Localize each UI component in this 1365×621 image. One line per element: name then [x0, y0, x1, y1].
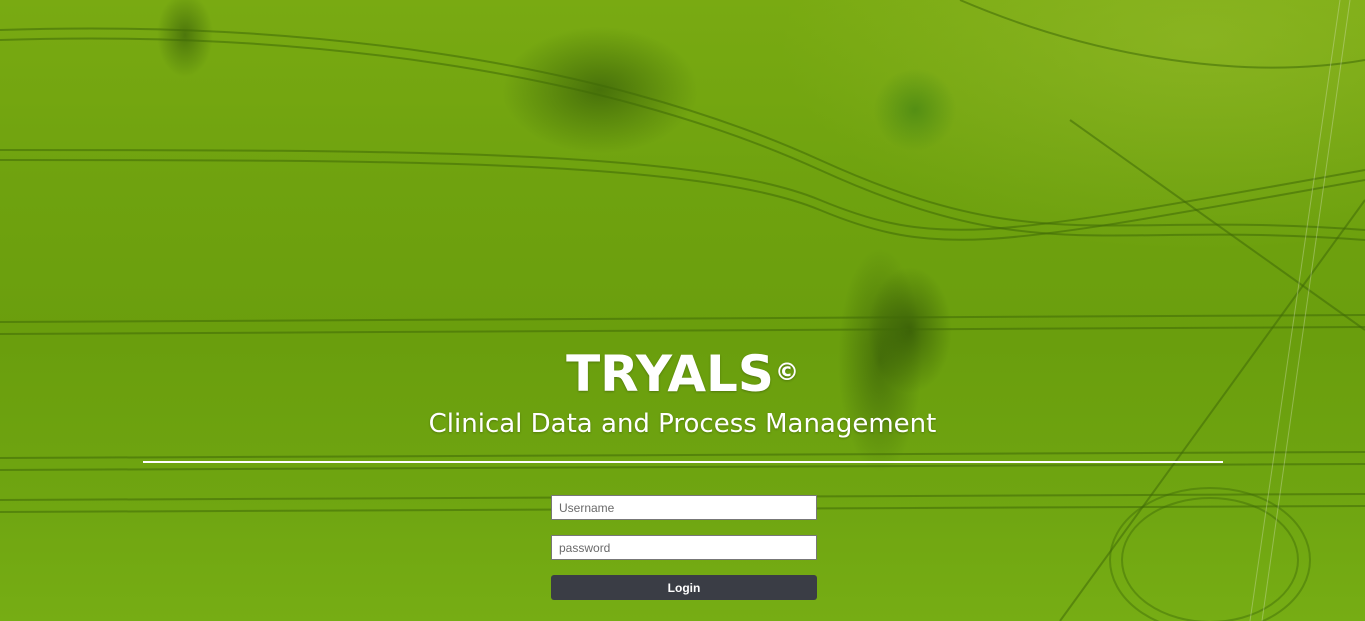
password-input[interactable]: [551, 535, 817, 560]
hero: TRYALS© Clinical Data and Process Manage…: [0, 344, 1365, 440]
login-button[interactable]: Login: [551, 575, 817, 600]
brand-logo-text: TRYALS©: [566, 344, 799, 404]
login-page: TRYALS© Clinical Data and Process Manage…: [0, 0, 1365, 621]
login-form: Login: [551, 495, 817, 600]
divider: [143, 461, 1223, 463]
brand-name: TRYALS: [566, 345, 774, 403]
username-input[interactable]: [551, 495, 817, 520]
copyright-mark: ©: [774, 358, 799, 386]
brand-tagline: Clinical Data and Process Management: [428, 409, 937, 439]
